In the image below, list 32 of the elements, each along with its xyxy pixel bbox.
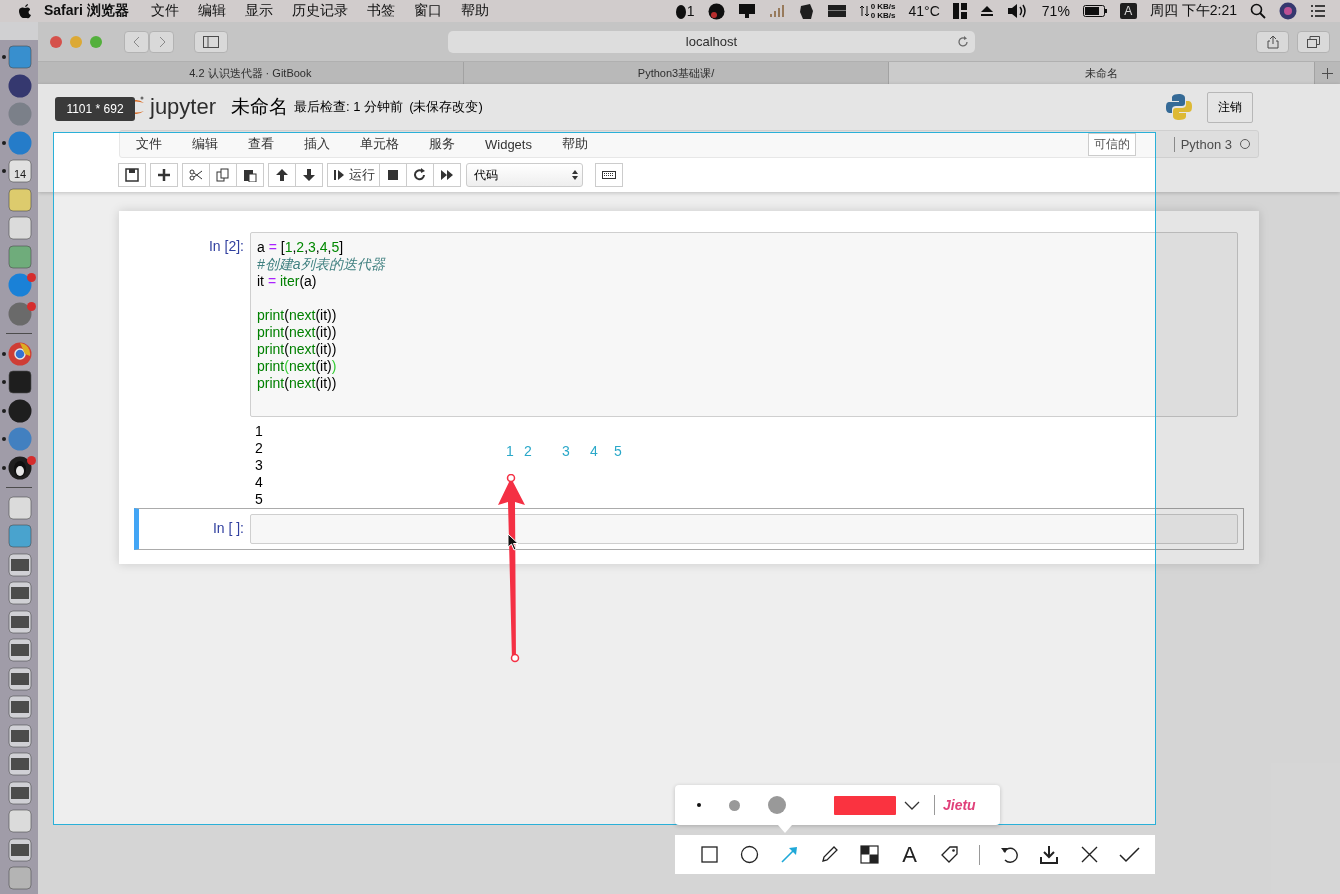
calendar-date: 14	[13, 168, 27, 181]
output-line: 2	[255, 440, 263, 457]
cell-prompt: In [2]:	[207, 237, 245, 254]
annotation-text: 4	[590, 443, 598, 459]
annotation-text: 1	[506, 443, 514, 459]
checkpoint-status: 最后检查: 1 分钟前	[294, 98, 404, 116]
code-line: print(next(it))	[257, 341, 337, 358]
annotation-text: 2	[524, 443, 532, 459]
output-line: 5	[255, 491, 263, 508]
kernel-name: Python 3	[1180, 136, 1232, 152]
size-label: 1101 * 692	[55, 97, 135, 121]
battery-percent: 71%	[1041, 3, 1070, 19]
code-line: a = [1,2,3,4,5]	[257, 239, 344, 256]
code-line: it = iter(a)	[257, 273, 317, 290]
code-line: print(next(it))	[257, 307, 337, 324]
code-line: print(next(it))	[257, 375, 337, 392]
upload-speed: 0 KB/s	[870, 2, 896, 11]
output-line: 1	[255, 423, 263, 440]
notification-count: 1	[686, 3, 695, 19]
temperature: 41°C	[908, 3, 940, 19]
annotation-text: 5	[614, 443, 622, 459]
cell-prompt: In [ ]:	[211, 519, 245, 536]
download-speed: 0 KB/s	[870, 11, 896, 20]
brand-logo: Jietu	[943, 797, 976, 813]
address-text: localhost	[685, 34, 738, 49]
unsaved-status: (未保存改变)	[409, 98, 483, 116]
code-line: print(next(it))	[257, 324, 337, 341]
output-line: 4	[255, 474, 263, 491]
annotation-text: 3	[562, 443, 570, 459]
code-line: #创建a列表的迭代器	[257, 256, 385, 273]
code-line: print(next(it))	[257, 358, 337, 375]
output-line: 3	[255, 457, 263, 474]
